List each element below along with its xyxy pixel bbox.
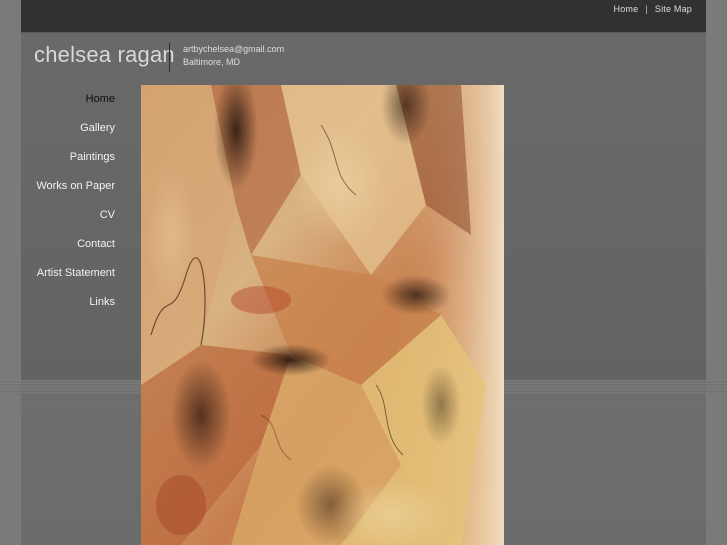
contact-info: artbychelsea@gmail.com Baltimore, MD: [183, 43, 284, 69]
sidebar-item-contact[interactable]: Contact: [21, 230, 115, 259]
site-title[interactable]: chelsea ragan: [34, 42, 175, 68]
sidebar-item-paintings[interactable]: Paintings: [21, 143, 115, 172]
contact-email[interactable]: artbychelsea@gmail.com: [183, 43, 284, 56]
top-nav: Home | Site Map: [614, 4, 692, 14]
sidebar-item-artist-statement[interactable]: Artist Statement: [21, 259, 115, 288]
featured-artwork-image: [141, 85, 504, 545]
sidebar-item-cv[interactable]: CV: [21, 201, 115, 230]
sidebar-item-links[interactable]: Links: [21, 288, 115, 317]
sidebar-item-home[interactable]: Home: [21, 85, 115, 114]
top-bar: Home | Site Map: [21, 0, 706, 33]
contact-location: Baltimore, MD: [183, 57, 241, 67]
title-divider: [169, 43, 170, 72]
top-nav-home-link[interactable]: Home: [614, 4, 639, 14]
top-nav-site-map-link[interactable]: Site Map: [655, 4, 692, 14]
top-nav-separator: |: [645, 4, 648, 14]
sidebar-nav: Home Gallery Paintings Works on Paper CV…: [21, 85, 115, 317]
sidebar-item-works-on-paper[interactable]: Works on Paper: [21, 172, 115, 201]
sidebar-item-gallery[interactable]: Gallery: [21, 114, 115, 143]
